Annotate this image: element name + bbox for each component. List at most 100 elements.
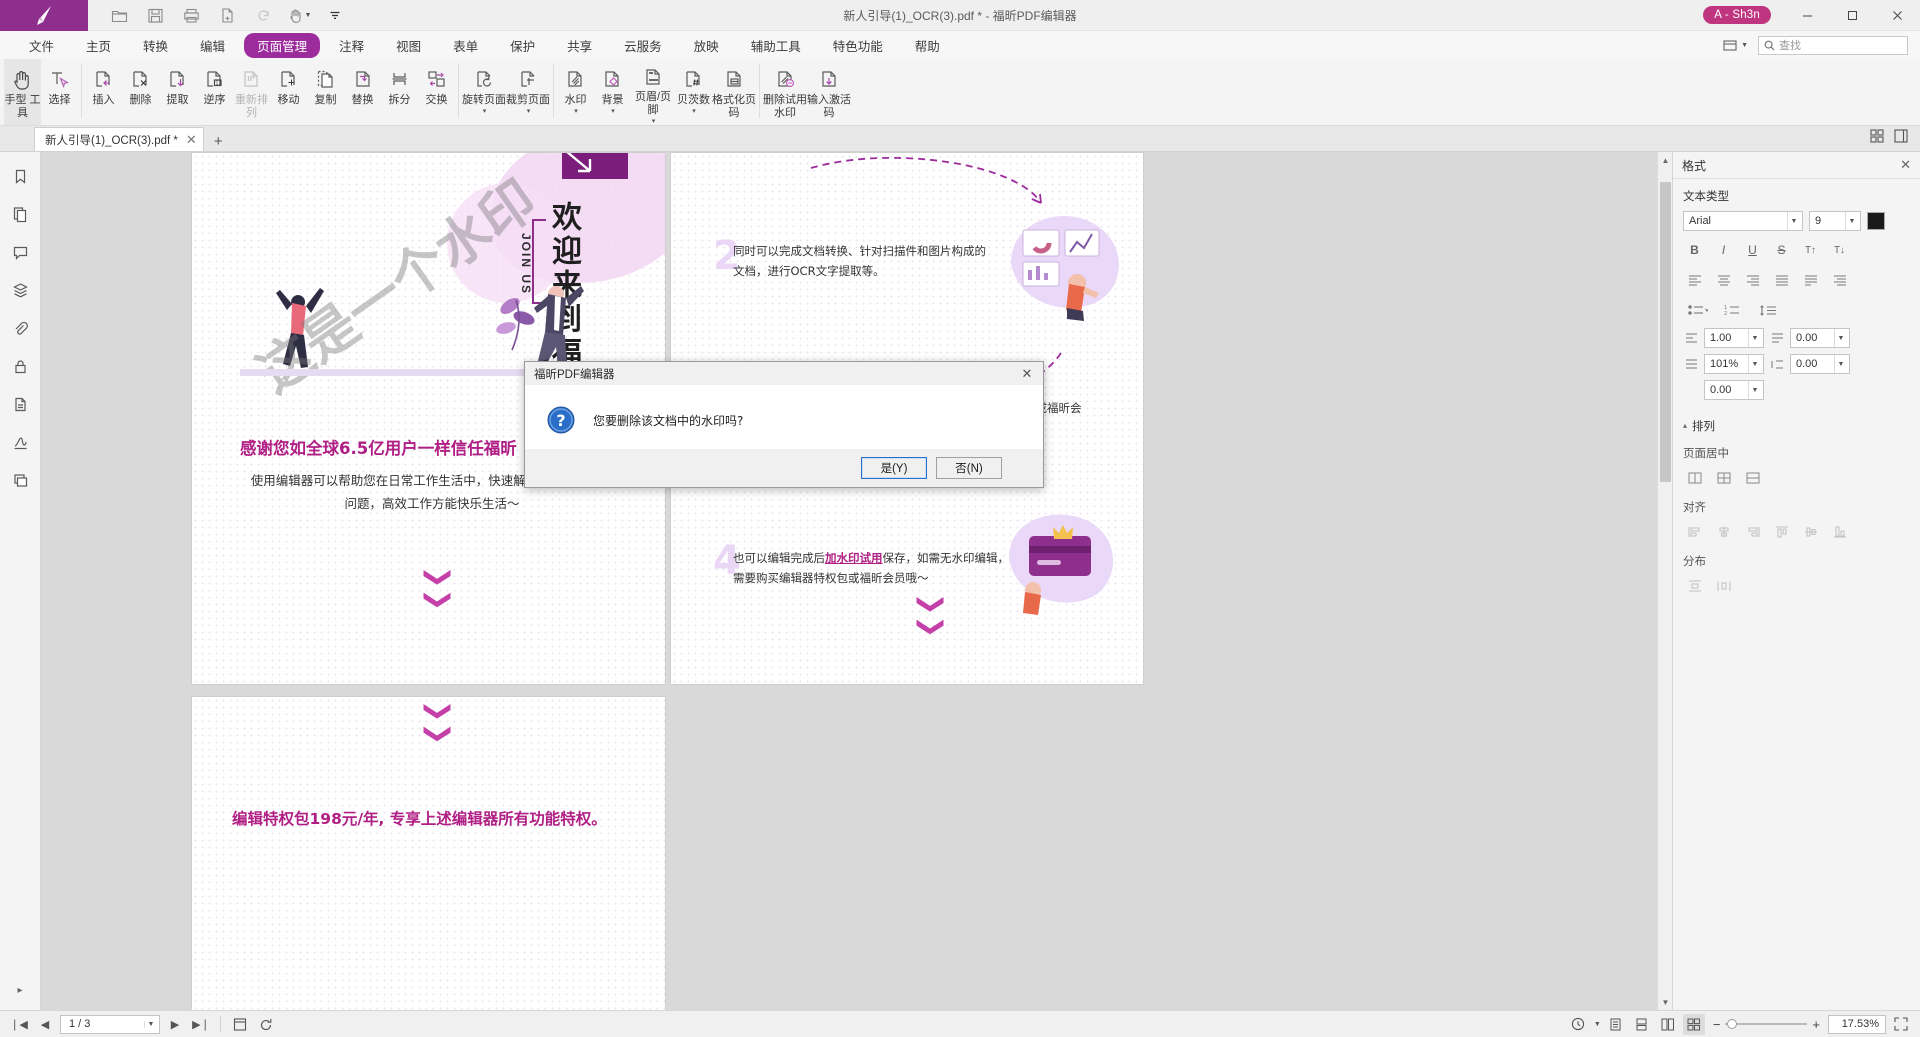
dialog-no-button[interactable]: 否(N) bbox=[936, 457, 1002, 479]
rotate-view-icon[interactable] bbox=[255, 1014, 277, 1035]
menu-item-help[interactable]: 帮助 bbox=[902, 33, 953, 58]
confirm-dialog[interactable]: 福昕PDF编辑器 ✕ ? 您要删除该文档中的水印吗? 是(Y) 否(N) bbox=[524, 361, 1044, 488]
facing-page-icon[interactable] bbox=[1657, 1014, 1679, 1035]
align-left-icon[interactable] bbox=[1681, 269, 1708, 291]
chevron-down-icon[interactable]: ▼ bbox=[1787, 212, 1800, 230]
ribbon-format-page-number[interactable]: 格式化页码 bbox=[712, 59, 756, 125]
menu-item-convert[interactable]: 转换 bbox=[130, 33, 181, 58]
customize-qat-icon[interactable] bbox=[318, 2, 352, 28]
ribbon-options-button[interactable]: ▼ bbox=[1719, 37, 1752, 54]
menu-item-view[interactable]: 视图 bbox=[383, 33, 434, 58]
superscript-button[interactable]: T↑ bbox=[1797, 239, 1824, 261]
align-obj-vcenter-icon[interactable] bbox=[1797, 521, 1824, 543]
menu-item-comment[interactable]: 注释 bbox=[326, 33, 377, 58]
bold-button[interactable]: B bbox=[1681, 239, 1708, 261]
field-icon[interactable] bbox=[5, 389, 35, 419]
document-tab[interactable]: 新人引导(1)_OCR(3).pdf * ✕ bbox=[34, 127, 204, 151]
next-page-button[interactable]: ▶ bbox=[164, 1014, 186, 1035]
close-icon[interactable]: ✕ bbox=[186, 133, 197, 146]
menu-item-page-management[interactable]: 页面管理 bbox=[244, 33, 320, 58]
first-page-button[interactable]: ❘◀ bbox=[8, 1014, 30, 1035]
menu-item-features[interactable]: 特色功能 bbox=[820, 33, 896, 58]
font-family-select[interactable]: Arial ▼ bbox=[1683, 211, 1803, 231]
save-icon[interactable] bbox=[138, 2, 172, 28]
horizontal-scale-field[interactable]: 101% ▼ bbox=[1704, 354, 1764, 374]
word-spacing-field[interactable]: 0.00 ▼ bbox=[1790, 328, 1850, 348]
close-icon[interactable]: ✕ bbox=[1900, 157, 1911, 173]
ribbon-replace-page[interactable]: 替换 bbox=[344, 59, 381, 125]
close-icon[interactable]: ✕ bbox=[1017, 366, 1037, 382]
search-input[interactable]: 查找 bbox=[1758, 36, 1908, 55]
layers-icon[interactable] bbox=[5, 275, 35, 305]
numbered-list-icon[interactable]: 12 bbox=[1717, 299, 1751, 321]
chevron-down-icon[interactable]: ▼ bbox=[1594, 1021, 1601, 1028]
chevron-down-icon[interactable]: ▼ bbox=[1748, 381, 1761, 399]
last-page-button[interactable]: ▶❘ bbox=[190, 1014, 212, 1035]
distribute-vertical-icon[interactable] bbox=[1681, 575, 1708, 597]
font-size-select[interactable]: 9 ▼ bbox=[1809, 211, 1861, 231]
ribbon-background[interactable]: 背景 ▾ bbox=[594, 59, 631, 125]
stamp-icon[interactable] bbox=[5, 465, 35, 495]
continuous-facing-icon[interactable] bbox=[1683, 1014, 1705, 1035]
indent-field[interactable]: 0.00 ▼ bbox=[1704, 380, 1764, 400]
document-viewport[interactable]: JOIN US 欢迎来到福昕 bbox=[41, 152, 1672, 1010]
ribbon-select-tool[interactable]: 选择 bbox=[41, 59, 78, 125]
maximize-button[interactable] bbox=[1830, 0, 1875, 31]
chevron-down-icon[interactable]: ▼ bbox=[144, 1021, 157, 1028]
page-3[interactable]: ❯❯ 编辑特权包198元/年, 专享上述编辑器所有功能特权。 bbox=[191, 696, 666, 1010]
close-button[interactable] bbox=[1875, 0, 1920, 31]
account-badge[interactable]: A - Sh3n bbox=[1703, 6, 1771, 24]
strikethrough-button[interactable]: S bbox=[1768, 239, 1795, 261]
font-color-swatch[interactable] bbox=[1867, 212, 1885, 230]
fullscreen-icon[interactable] bbox=[1890, 1014, 1912, 1035]
rail-expand-button[interactable]: ▸ bbox=[17, 970, 22, 1010]
chevron-down-icon[interactable]: ▼ bbox=[1845, 212, 1858, 230]
chevron-down-icon[interactable]: ▾ bbox=[692, 107, 696, 115]
align-right-icon[interactable] bbox=[1739, 269, 1766, 291]
align-obj-top-icon[interactable] bbox=[1768, 521, 1795, 543]
ribbon-split-page[interactable]: 拆分 bbox=[381, 59, 418, 125]
chevron-down-icon[interactable]: ▼ bbox=[1834, 329, 1847, 347]
ribbon-reverse-order[interactable]: 12 逆序 bbox=[196, 59, 233, 125]
ribbon-header-footer[interactable]: 页眉/页脚 ▾ bbox=[631, 59, 675, 125]
bookmark-icon[interactable] bbox=[5, 161, 35, 191]
menu-item-protect[interactable]: 保护 bbox=[497, 33, 548, 58]
align-distribute-icon[interactable] bbox=[1797, 269, 1824, 291]
align-obj-left-icon[interactable] bbox=[1681, 521, 1708, 543]
subscript-button[interactable]: T↓ bbox=[1826, 239, 1853, 261]
menu-item-form[interactable]: 表单 bbox=[440, 33, 491, 58]
menu-item-present[interactable]: 放映 bbox=[681, 33, 732, 58]
center-horizontal-icon[interactable] bbox=[1681, 467, 1708, 489]
hand-tool-icon[interactable]: ▼ bbox=[282, 2, 316, 28]
align-obj-bottom-icon[interactable] bbox=[1826, 521, 1853, 543]
print-icon[interactable] bbox=[174, 2, 208, 28]
italic-button[interactable]: I bbox=[1710, 239, 1737, 261]
page2-text4-link[interactable]: 加水印试用 bbox=[825, 551, 883, 565]
panel-toggle-icon[interactable] bbox=[1894, 129, 1908, 148]
scroll-up-icon[interactable]: ▲ bbox=[1658, 152, 1672, 168]
ribbon-copy-page[interactable]: 复制 bbox=[307, 59, 344, 125]
char-spacing-field[interactable]: 1.00 ▼ bbox=[1704, 328, 1764, 348]
minimize-button[interactable] bbox=[1785, 0, 1830, 31]
chevron-down-icon[interactable]: ▾ bbox=[611, 107, 615, 115]
pan-mode-icon[interactable] bbox=[1567, 1014, 1589, 1035]
chevron-down-icon[interactable]: ▾ bbox=[527, 107, 531, 115]
pages-thumbnail-icon[interactable] bbox=[5, 199, 35, 229]
menu-item-home[interactable]: 主页 bbox=[73, 33, 124, 58]
zoom-out-button[interactable]: − bbox=[1713, 1017, 1721, 1032]
center-vertical-icon[interactable] bbox=[1739, 467, 1766, 489]
ribbon-insert-page[interactable]: 插入 bbox=[85, 59, 122, 125]
ribbon-enter-activation-code[interactable]: 输入激活码 bbox=[807, 59, 851, 125]
ribbon-crop-page[interactable]: 裁剪页面 ▾ bbox=[506, 59, 550, 125]
new-file-icon[interactable] bbox=[210, 2, 244, 28]
center-both-icon[interactable] bbox=[1710, 467, 1737, 489]
zoom-value-input[interactable]: 17.53% bbox=[1828, 1015, 1886, 1034]
zoom-knob[interactable] bbox=[1727, 1019, 1737, 1029]
page-view-icon[interactable] bbox=[229, 1014, 251, 1035]
underline-button[interactable]: U bbox=[1739, 239, 1766, 261]
tile-view-icon[interactable] bbox=[1870, 129, 1884, 148]
align-justify-icon[interactable] bbox=[1768, 269, 1795, 291]
new-tab-button[interactable]: + bbox=[204, 134, 233, 151]
chevron-down-icon[interactable]: ▼ bbox=[305, 12, 312, 19]
align-center-icon[interactable] bbox=[1710, 269, 1737, 291]
